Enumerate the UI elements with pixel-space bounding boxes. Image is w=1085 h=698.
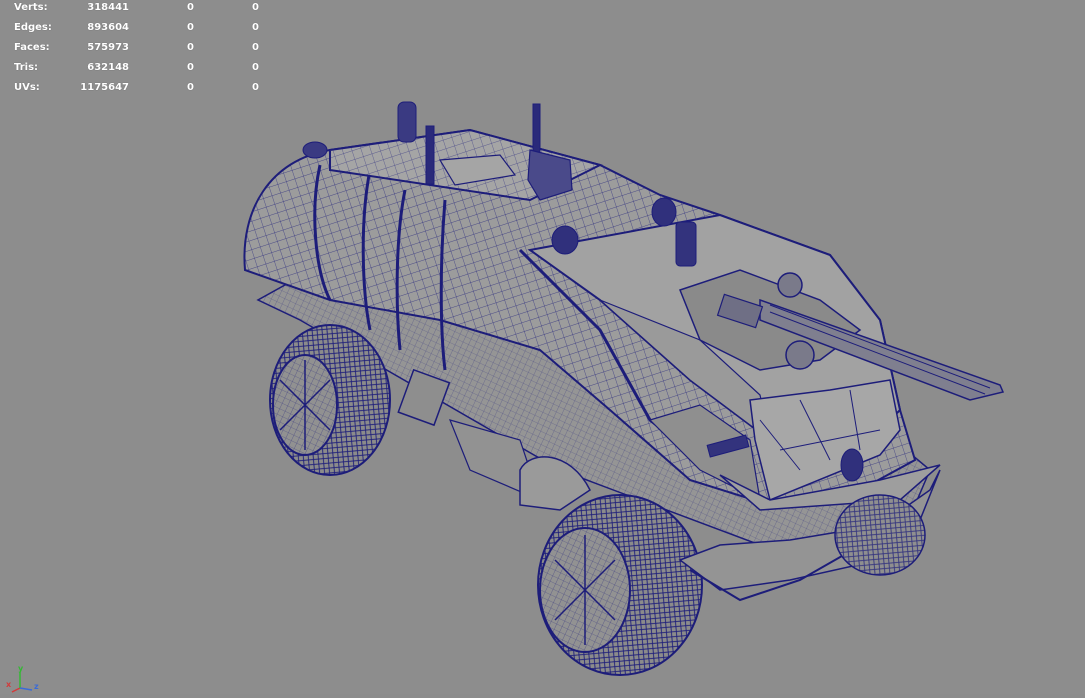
hud-label: Tris: <box>14 62 39 73</box>
hud-selected: 0 <box>187 62 194 73</box>
rear-wheel <box>269 324 391 476</box>
hud-selected: 0 <box>187 42 194 53</box>
vehicle-wireframe-model[interactable] <box>0 0 1085 694</box>
hud-row-edges: Edges: 893604 0 0 <box>0 22 270 36</box>
hud-total: 318441 <box>87 2 129 13</box>
view-axis-gizmo: x y z <box>6 664 42 694</box>
hud-label: Edges: <box>14 22 52 33</box>
hud-extra: 0 <box>252 2 259 13</box>
hud-label: Verts: <box>14 2 48 13</box>
front-wheel <box>537 494 703 676</box>
axis-x-label: x <box>6 680 12 689</box>
hud-extra: 0 <box>252 42 259 53</box>
hud-row-verts: Verts: 318441 0 0 <box>0 2 270 16</box>
hud-row-uvs: UVs: 1175647 0 0 <box>0 82 270 96</box>
hud-total: 575973 <box>87 42 129 53</box>
axis-y-label: y <box>18 664 24 673</box>
3d-viewport[interactable]: Verts: 318441 0 0 Edges: 893604 0 0 Face… <box>0 0 1085 694</box>
hud-extra: 0 <box>252 82 259 93</box>
hud-extra: 0 <box>252 22 259 33</box>
axis-z-label: z <box>34 682 39 691</box>
hud-selected: 0 <box>187 82 194 93</box>
hud-extra: 0 <box>252 62 259 73</box>
hud-total: 1175647 <box>80 82 129 93</box>
hud-selected: 0 <box>187 2 194 13</box>
hud-total: 893604 <box>87 22 129 33</box>
hud-label: Faces: <box>14 42 50 53</box>
hud-selected: 0 <box>187 22 194 33</box>
hud-label: UVs: <box>14 82 40 93</box>
hud-total: 632148 <box>87 62 129 73</box>
hud-row-faces: Faces: 575973 0 0 <box>0 42 270 56</box>
hud-row-tris: Tris: 632148 0 0 <box>0 62 270 76</box>
